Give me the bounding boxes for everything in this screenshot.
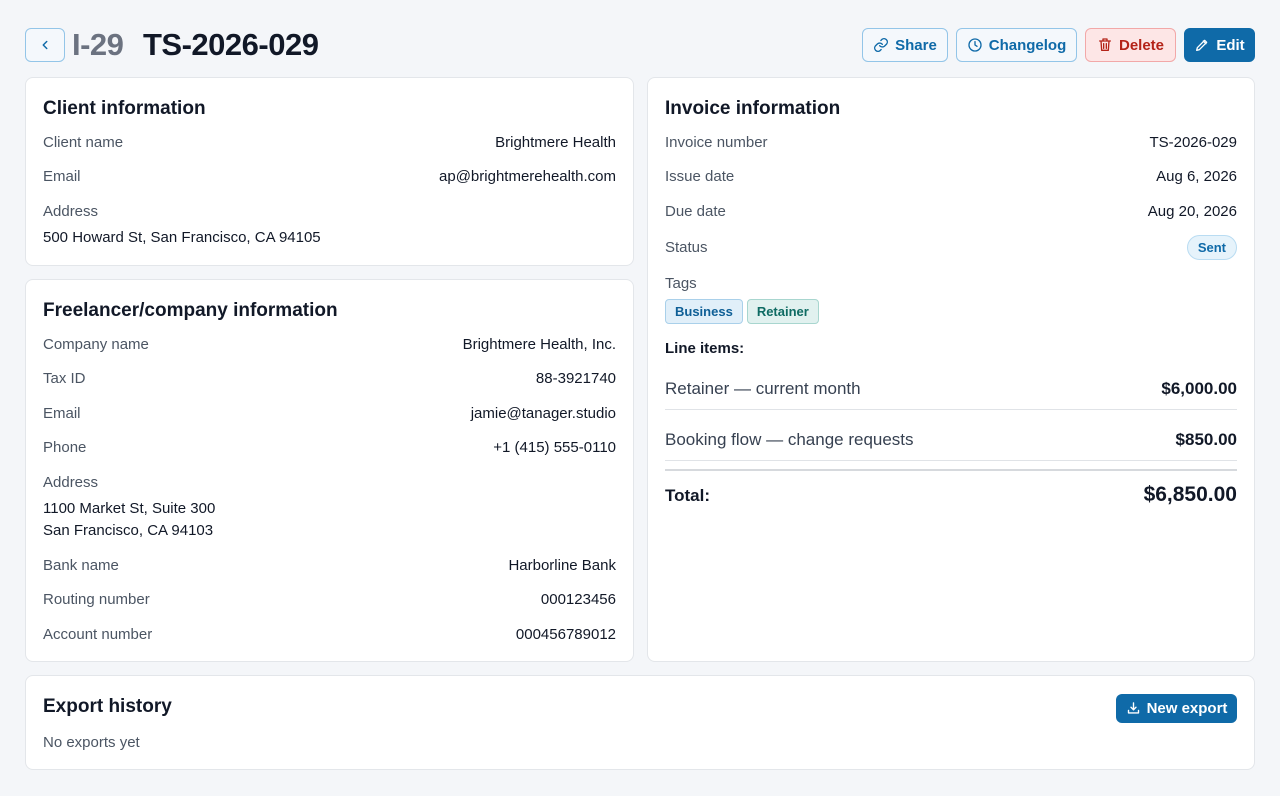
export-empty-state: No exports yet [43,734,140,751]
line-item-amount: $850.00 [1175,430,1237,449]
freelancer-address-row: Address [43,474,616,494]
phone-row: Phone +1 (415) 555-0110 [43,439,616,459]
freelancer-card-title: Freelancer/company information [43,300,338,321]
phone-value: +1 (415) 555-0110 [493,439,616,456]
freelancer-address-line2: San Francisco, CA 94103 [43,522,214,539]
changelog-button-label: Changelog [988,36,1067,54]
invoice-number-value: TS-2026-029 [1149,134,1237,151]
share-button-label: Share [895,36,937,54]
download-icon [1127,702,1139,714]
total-label: Total: [665,486,711,505]
line-item-description: Booking flow — change requests [665,430,914,449]
bank-name-value: Harborline Bank [508,557,616,574]
changelog-button[interactable]: Changelog [956,28,1077,62]
routing-number-label: Routing number [43,591,150,608]
client-information-card: Client information Client name Brightmer… [25,77,634,266]
due-date-value: Aug 20, 2026 [1147,203,1237,220]
link-icon [874,38,889,52]
total-value: $6,850.00 [1143,483,1237,506]
client-address-label: Address [43,203,99,220]
client-card-title: Client information [43,98,206,119]
line-item-divider [665,460,1237,461]
tax-id-label: Tax ID [43,370,86,387]
invoice-id-prefix: I-29 [72,27,124,62]
tag-list: Business Retainer [665,299,819,324]
due-date-row: Due date Aug 20, 2026 [665,203,1237,223]
account-number-row: Account number 000456789012 [43,626,616,646]
clock-icon [968,38,982,52]
company-name-row: Company name Brightmere Health, Inc. [43,336,616,356]
client-address-value: 500 Howard St, San Francisco, CA 94105 [43,229,321,246]
invoice-information-card: Invoice information Invoice number TS-20… [647,77,1255,662]
tax-id-value: 88-3921740 [535,370,616,387]
account-number-label: Account number [43,626,153,643]
client-email-label: Email [43,168,81,185]
line-item-divider [665,409,1237,410]
client-name-row: Client name Brightmere Health [43,134,616,154]
page-header: I-29 TS-2026-029 Share Changelog Delete … [25,27,1255,62]
invoice-number-label: Invoice number [665,134,768,151]
export-history-card: Export history New export No exports yet [25,675,1255,770]
trash-icon [1098,38,1111,51]
edit-button[interactable]: Edit [1184,28,1255,62]
issue-date-label: Issue date [665,168,735,185]
line-item-row: Retainer — current month $6,000.00 [665,379,1237,399]
client-name-value: Brightmere Health [495,134,616,151]
tags-label: Tags [665,275,697,292]
bank-name-row: Bank name Harborline Bank [43,557,616,577]
tag-business: Business [665,299,743,324]
tags-row: Tags [665,275,1237,295]
company-name-value: Brightmere Health, Inc. [462,336,616,353]
back-button[interactable] [25,28,65,62]
edit-button-label: Edit [1216,36,1245,54]
invoice-card-title: Invoice information [665,98,841,119]
tax-id-row: Tax ID 88-3921740 [43,370,616,390]
chevron-left-icon [42,40,48,50]
status-badge: Sent [1186,235,1237,260]
freelancer-email-row: Email jamie@tanager.studio [43,405,616,425]
routing-number-row: Routing number 000123456 [43,591,616,611]
routing-number-value: 000123456 [540,591,616,608]
freelancer-email-value: jamie@tanager.studio [470,405,616,422]
issue-date-row: Issue date Aug 6, 2026 [665,168,1237,188]
due-date-label: Due date [665,203,726,220]
phone-label: Phone [43,439,87,456]
delete-button-label: Delete [1118,36,1165,54]
client-email-value: ap@brightmerehealth.com [439,168,616,185]
freelancer-information-card: Freelancer/company information Company n… [25,279,634,662]
client-email-row: Email ap@brightmerehealth.com [43,168,616,188]
line-item-description: Retainer — current month [665,379,861,398]
status-row: Status Sent [665,235,1237,260]
freelancer-address-label: Address [43,474,99,491]
status-label: Status [665,239,708,256]
new-export-button-label: New export [1146,700,1228,717]
client-address-row: Address [43,203,616,223]
bank-name-label: Bank name [43,557,119,574]
issue-date-value: Aug 6, 2026 [1156,168,1237,185]
new-export-button[interactable]: New export [1116,694,1237,723]
total-row: Total: $6,850.00 [665,483,1237,509]
line-item-amount: $6,000.00 [1161,379,1237,398]
line-items-heading: Line items: [665,340,745,357]
export-card-title: Export history [43,696,172,717]
total-divider [665,469,1237,471]
invoice-number-row: Invoice number TS-2026-029 [665,134,1237,154]
page-title: TS-2026-029 [143,27,319,62]
account-number-value: 000456789012 [515,626,616,643]
share-button[interactable]: Share [862,28,948,62]
freelancer-email-label: Email [43,405,81,422]
freelancer-address-line1: 1100 Market St, Suite 300 [43,500,216,517]
line-item-row: Booking flow — change requests $850.00 [665,430,1237,450]
company-name-label: Company name [43,336,149,353]
tag-retainer: Retainer [746,299,819,324]
client-name-label: Client name [43,134,124,151]
delete-button[interactable]: Delete [1085,28,1176,62]
pencil-icon [1196,39,1208,51]
